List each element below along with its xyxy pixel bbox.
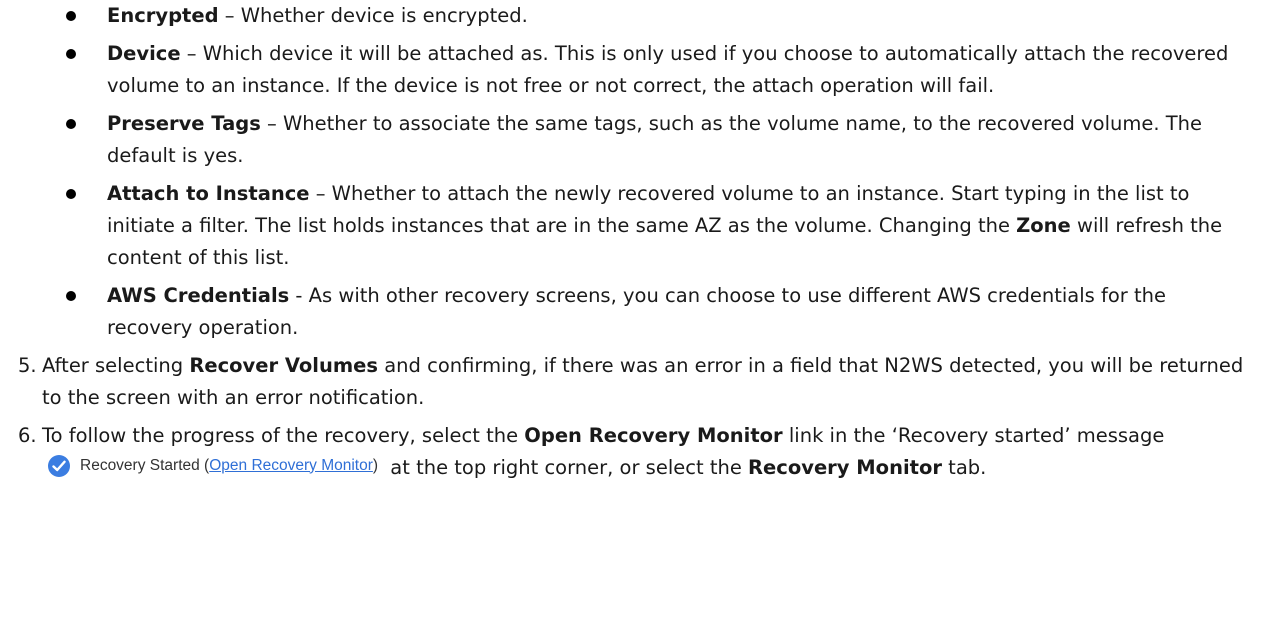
bullet-encrypted: Encrypted – Whether device is encrypted. (0, 0, 1270, 32)
document-page: Encrypted – Whether device is encrypted.… (0, 0, 1270, 490)
bullet-dot (66, 49, 76, 59)
bullet-text: – Whether device is encrypted. (218, 4, 528, 27)
step-text: tab. (941, 456, 987, 479)
step-text: After selecting (42, 354, 190, 377)
recovery-started-label: Recovery Started ( (80, 456, 210, 474)
step-number: 6. (18, 424, 37, 447)
bullet-attach-to-instance: Attach to Instance – Whether to attach t… (0, 178, 1270, 274)
bullet-term: Encrypted (107, 4, 219, 27)
check-circle-icon (48, 454, 70, 477)
recovery-monitor-term: Recovery Monitor (748, 456, 942, 479)
numbered-steps: 5. After selecting Recover Volumes and co… (0, 350, 1270, 484)
bullet-term: Preserve Tags (107, 112, 261, 135)
bullet-text: – Whether to associate the same tags, su… (107, 112, 1203, 167)
bullet-term: Attach to Instance (107, 182, 310, 205)
bullet-term: AWS Credentials (107, 284, 290, 307)
bullet-dot (66, 189, 76, 199)
zone-term: Zone (1016, 214, 1071, 237)
recovery-started-close: ) (372, 456, 379, 474)
step-number: 5. (18, 354, 37, 377)
step-text: To follow the progress of the recovery, … (42, 424, 525, 447)
bullet-device: Device – Which device it will be attache… (0, 38, 1270, 102)
bullet-term: Device (107, 42, 181, 65)
bullet-preserve-tags: Preserve Tags – Whether to associate the… (0, 108, 1270, 172)
bullet-dot (66, 119, 76, 129)
open-recovery-monitor-term: Open Recovery Monitor (524, 424, 783, 447)
step-text: link in the ‘Recovery started’ message (782, 424, 1165, 447)
bullet-text: – Which device it will be attached as. T… (107, 42, 1229, 97)
step-5: 5. After selecting Recover Volumes and co… (0, 350, 1270, 414)
step-6: 6. To follow the progress of the recovery… (0, 420, 1270, 484)
recover-volumes-term: Recover Volumes (189, 354, 379, 377)
bullet-aws-credentials: AWS Credentials - As with other recovery… (0, 280, 1270, 344)
field-bullet-list: Encrypted – Whether device is encrypted.… (0, 0, 1270, 344)
step-text: at the top right corner, or select the (384, 456, 749, 479)
bullet-dot (66, 291, 76, 301)
recovery-started-message: Recovery Started (Open Recovery Monitor) (48, 454, 379, 477)
bullet-dot (66, 11, 76, 21)
open-recovery-monitor-link[interactable]: Open Recovery Monitor (209, 457, 373, 474)
